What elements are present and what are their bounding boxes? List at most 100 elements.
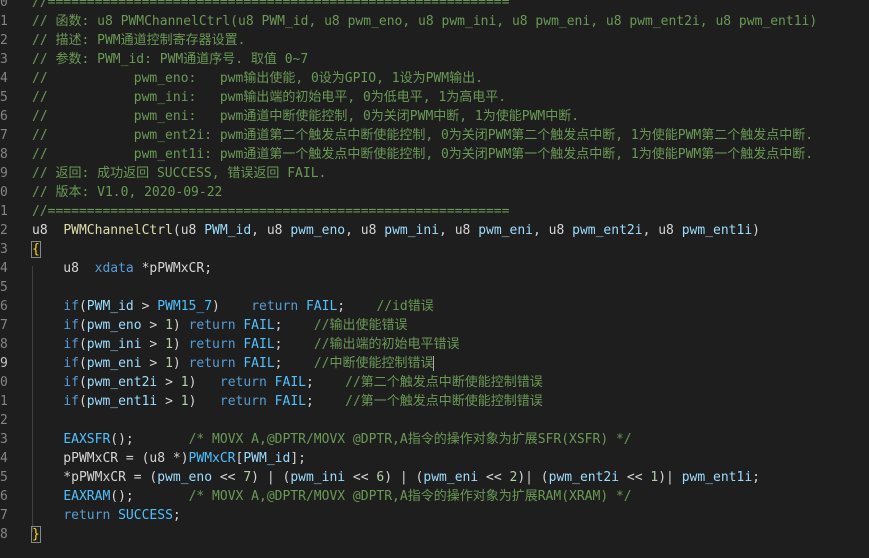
- token-param: pwm_ent1i: [86, 394, 158, 409]
- line-number: 5: [0, 90, 8, 105]
- line-number: 8: [0, 527, 8, 542]
- token-kw: return: [188, 318, 236, 333]
- token-plain: (u8: [172, 223, 205, 238]
- code-text: if(pwm_ent1i > 1) return FAIL; //第一个触发点中…: [32, 392, 542, 411]
- token-comment: //======================================…: [32, 0, 510, 10]
- code-line[interactable]: 6 // pwm_eni: pwm通道中断使能控制, 0为关闭PWM中断, 1为使…: [0, 107, 869, 126]
- line-number: 9: [0, 356, 8, 371]
- line-number: 6: [0, 109, 8, 124]
- token-comment: // 版本: V1.0, 2020-09-22: [32, 185, 223, 200]
- token-param: pwm_eno: [290, 223, 346, 238]
- code-line[interactable]: 2 // 描述: PWM通道控制寄存器设置.: [0, 31, 869, 50]
- code-text: // pwm_ent2i: pwm通道第二个触发点中断使能控制, 0为关闭PWM…: [32, 126, 813, 145]
- token-plain: ): [172, 337, 189, 352]
- code-line[interactable]: 1 //=====================================…: [0, 202, 869, 221]
- token-macro: PWMxCR: [188, 451, 236, 466]
- code-line[interactable]: 5 *pPWMxCR = (pwm_eno << 7) | (pwm_ini <…: [0, 468, 869, 487]
- token-type: u8: [32, 223, 64, 238]
- token-plain: )|: [658, 470, 682, 485]
- code-line[interactable]: 0 if(pwm_ent2i > 1) return FAIL; //第二个触发…: [0, 373, 869, 392]
- token-plain: , u8: [439, 223, 479, 238]
- code-line[interactable]: 1 // 函数: u8 PWMChannelCtrl(u8 PWM_id, u8 …: [0, 12, 869, 31]
- token-plain: >: [157, 375, 181, 390]
- code-text: pPWMxCR = (u8 *)PWMxCR[PWM_id];: [32, 449, 306, 468]
- code-line[interactable]: 9 if(pwm_eni > 1) return FAIL; //中断使能控制错…: [0, 354, 869, 373]
- token-param: pwm_eni: [423, 470, 479, 485]
- token-comment: // 返回: 成功返回 SUCCESS, 错误返回 FAIL.: [32, 166, 327, 181]
- token-plain: u8: [32, 261, 95, 276]
- code-line[interactable]: 0 //=====================================…: [0, 0, 869, 12]
- code-line[interactable]: 4 pPWMxCR = (u8 *)PWMxCR[PWM_id];: [0, 449, 869, 468]
- token-kw: return: [219, 375, 267, 390]
- code-line[interactable]: 7 if(pwm_eno > 1) return FAIL; //输出使能错误: [0, 316, 869, 335]
- code-line[interactable]: 4 // pwm_eno: pwm输出使能, 0设为GPIO, 1设为PWM输出.: [0, 69, 869, 88]
- code-text: return SUCCESS;: [32, 506, 180, 525]
- code-text: {: [31, 240, 41, 259]
- line-number: 0: [0, 0, 8, 10]
- code-line[interactable]: 8 // pwm_ent1i: pwm通道第一个触发点中断使能控制, 0为关闭PW…: [0, 145, 869, 164]
- code-line[interactable]: 0 // 版本: V1.0, 2020-09-22: [0, 183, 869, 202]
- token-macro: FAIL: [243, 356, 275, 371]
- token-kw: if: [63, 394, 79, 409]
- code-line[interactable]: 2 u8 PWMChannelCtrl(u8 PWM_id, u8 pwm_eno…: [0, 221, 869, 240]
- code-line[interactable]: 4 u8 xdata *pPWMxCR;: [0, 259, 869, 278]
- token-plain: ): [188, 375, 220, 390]
- code-text: // pwm_ini: pwm输出端的初始电平, 0为低电平, 1为高电平.: [32, 88, 506, 107]
- token-plain: >: [133, 299, 158, 314]
- token-param: pwm_eni: [478, 223, 533, 238]
- token-plain: *pPWMxCR;: [133, 261, 213, 276]
- token-kw: xdata: [94, 261, 134, 276]
- token-plain: ;: [274, 337, 314, 352]
- token-plain: ) | (: [384, 470, 424, 485]
- token-param: pwm_ent2i: [572, 223, 643, 238]
- token-param: pwm_ent1i: [681, 470, 753, 485]
- code-line[interactable]: 9 // 返回: 成功返回 SUCCESS, 错误返回 FAIL.: [0, 164, 869, 183]
- code-text: EAXSFR(); /* MOVX A,@DPTR/MOVX @DPTR,A指令…: [32, 430, 631, 449]
- token-plain: ;: [274, 318, 314, 333]
- code-line[interactable]: 1 if(pwm_ent1i > 1) return FAIL; //第一个触发…: [0, 392, 869, 411]
- line-number: 2: [0, 223, 8, 238]
- token-comment: // 参数: PWM_id: PWM通道序号. 取值 0~7: [32, 52, 309, 67]
- token-macro: FAIL: [274, 394, 306, 409]
- token-num: 1: [180, 375, 189, 390]
- token-plain: <<: [619, 470, 651, 485]
- token-kw: return: [188, 337, 236, 352]
- token-param: PWM_id: [204, 223, 252, 238]
- token-plain: ;: [305, 375, 346, 390]
- code-line[interactable]: 2: [0, 411, 869, 430]
- code-line[interactable]: 6 EAXRAM(); /* MOVX A,@DPTR/MOVX @DPTR,A…: [0, 487, 869, 506]
- code-text: // 参数: PWM_id: PWM通道序号. 取值 0~7: [32, 50, 308, 69]
- code-line[interactable]: 3 EAXSFR(); /* MOVX A,@DPTR/MOVX @DPTR,A…: [0, 430, 869, 449]
- code-text: }: [31, 525, 41, 544]
- token-plain: (: [78, 318, 87, 333]
- code-line[interactable]: 3{: [0, 240, 869, 259]
- token-plain: ): [188, 394, 220, 409]
- token-plain: >: [141, 356, 166, 371]
- code-editor[interactable]: 0 //=====================================…: [0, 0, 869, 558]
- code-line[interactable]: 8 if(pwm_ini > 1) return FAIL; //输出端的初始电…: [0, 335, 869, 354]
- code-line[interactable]: 6 if(PWM_id > PWM15_7) return FAIL; //id…: [0, 297, 869, 316]
- token-param: pwm_eni: [86, 356, 142, 371]
- line-number: 4: [0, 71, 8, 86]
- code-line[interactable]: 8}: [0, 525, 869, 544]
- token-macro: FAIL: [305, 299, 338, 314]
- code-line[interactable]: 5: [0, 278, 869, 297]
- token-macro: FAIL: [243, 337, 275, 352]
- code-text: if(pwm_eno > 1) return FAIL; //输出使能错误: [32, 316, 407, 335]
- code-line[interactable]: 3 // 参数: PWM_id: PWM通道序号. 取值 0~7: [0, 50, 869, 69]
- code-line[interactable]: 7 return SUCCESS;: [0, 506, 869, 525]
- token-plain: (: [78, 356, 87, 371]
- token-param: pwm_eno: [86, 318, 142, 333]
- token-comment: //输出端的初始电平错误: [313, 337, 460, 352]
- token-plain: <<: [478, 470, 510, 485]
- code-line[interactable]: 5 // pwm_ini: pwm输出端的初始电平, 0为低电平, 1为高电平.: [0, 88, 869, 107]
- token-param: pwm_ent1i: [681, 223, 753, 238]
- code-line[interactable]: 7 // pwm_ent2i: pwm通道第二个触发点中断使能控制, 0为关闭PW…: [0, 126, 869, 145]
- line-number: 8: [0, 147, 8, 162]
- line-number: 3: [0, 242, 8, 257]
- token-param: pwm_ini: [384, 223, 440, 238]
- token-plain: (: [78, 337, 87, 352]
